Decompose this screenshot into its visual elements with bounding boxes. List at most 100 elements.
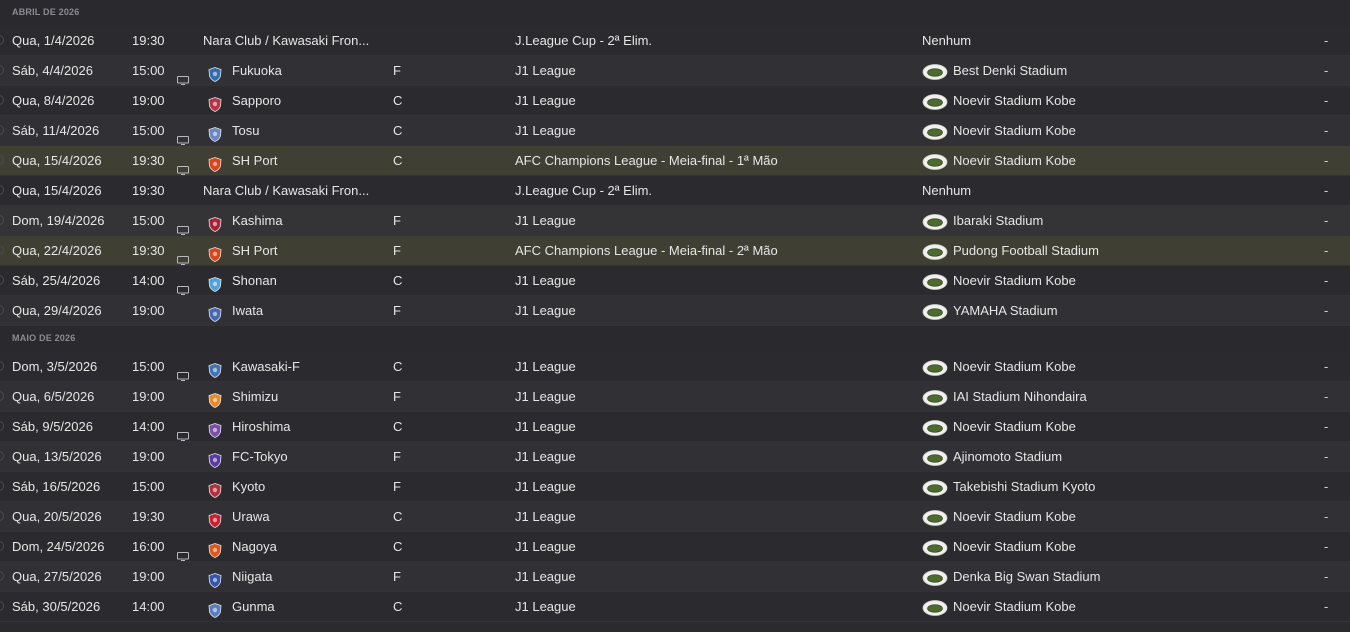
stadium-name[interactable]: Noevir Stadium Kobe: [953, 592, 1076, 621]
stadium-name[interactable]: Nenhum: [922, 176, 971, 205]
competition-link[interactable]: J.League Cup - 2ª Elim.: [515, 26, 652, 55]
check-circle-icon[interactable]: [0, 95, 4, 105]
stadium-name[interactable]: Ajinomoto Stadium: [953, 442, 1062, 471]
fixture-row[interactable]: Sáb, 30/5/2026 14:00 Gunma C J1 League Noevir…: [0, 592, 1350, 622]
opponent-link[interactable]: Shonan: [232, 266, 277, 295]
opponent-link[interactable]: Kashima: [232, 206, 283, 235]
fixture-row[interactable]: Qua, 22/4/2026 19:30 SH Port F AFC Champions…: [0, 236, 1350, 266]
stadium-name[interactable]: Noevir Stadium Kobe: [953, 532, 1076, 561]
check-circle-icon[interactable]: [0, 601, 4, 611]
fixture-row[interactable]: Dom, 3/5/2026 15:00 Kawasaki-F C J1 League No…: [0, 352, 1350, 382]
check-circle-icon[interactable]: [0, 451, 4, 461]
fixture-row[interactable]: Qua, 15/4/2026 19:30 SH Port C AFC Champions…: [0, 146, 1350, 176]
competition-link[interactable]: J1 League: [515, 352, 576, 381]
competition-link[interactable]: J1 League: [515, 56, 576, 85]
fixture-row[interactable]: Qua, 8/4/2026 19:00 Sapporo C J1 League Noevi…: [0, 86, 1350, 116]
stadium-name[interactable]: Noevir Stadium Kobe: [953, 146, 1076, 175]
competition-link[interactable]: J1 League: [515, 592, 576, 621]
check-circle-icon[interactable]: [0, 421, 4, 431]
competition-link[interactable]: J1 League: [515, 266, 576, 295]
competition-link[interactable]: J1 League: [515, 206, 576, 235]
check-circle-icon[interactable]: [0, 245, 4, 255]
competition-link[interactable]: J1 League: [515, 442, 576, 471]
opponent-link[interactable]: Shimizu: [232, 382, 278, 411]
stadium-name[interactable]: Ibaraki Stadium: [953, 206, 1043, 235]
opponent-link[interactable]: FC-Tokyo: [232, 442, 288, 471]
fixture-row[interactable]: Dom, 19/4/2026 15:00 Kashima F J1 League Ibar…: [0, 206, 1350, 236]
check-circle-icon[interactable]: [0, 481, 4, 491]
check-circle-icon[interactable]: [0, 275, 4, 285]
fixture-result: -: [1324, 213, 1329, 228]
competition-link[interactable]: J1 League: [515, 562, 576, 591]
competition-link[interactable]: AFC Champions League - Meia-final - 1ª M…: [515, 146, 778, 175]
stadium-name[interactable]: Noevir Stadium Kobe: [953, 86, 1076, 115]
stadium-name[interactable]: IAI Stadium Nihondaira: [953, 382, 1087, 411]
check-circle-icon[interactable]: [0, 361, 4, 371]
competition-link[interactable]: J1 League: [515, 502, 576, 531]
opponent-link[interactable]: Tosu: [232, 116, 259, 145]
stadium-name[interactable]: Nenhum: [922, 26, 971, 55]
stadium-name[interactable]: Denka Big Swan Stadium: [953, 562, 1100, 591]
opponent-link[interactable]: Sapporo: [232, 86, 281, 115]
stadium-name[interactable]: Takebishi Stadium Kyoto: [953, 472, 1095, 501]
fixture-row[interactable]: Qua, 27/5/2026 19:00 Niigata F J1 League Denk…: [0, 562, 1350, 592]
opponent-link[interactable]: SH Port: [232, 146, 278, 175]
stadium-name[interactable]: Noevir Stadium Kobe: [953, 502, 1076, 531]
fixture-row[interactable]: Sáb, 16/5/2026 15:00 Kyoto F J1 League Takebi…: [0, 472, 1350, 502]
check-circle-icon[interactable]: [0, 185, 4, 195]
check-circle-icon[interactable]: [0, 65, 4, 75]
stadium-name[interactable]: Best Denki Stadium: [953, 56, 1067, 85]
fixture-row[interactable]: Sáb, 9/5/2026 14:00 Hiroshima C J1 League Noe…: [0, 412, 1350, 442]
opponent-link[interactable]: Niigata: [232, 562, 272, 591]
check-circle-icon[interactable]: [0, 511, 4, 521]
fixture-result: -: [1324, 303, 1329, 318]
opponent-link[interactable]: Nara Club / Kawasaki Fron...: [203, 26, 369, 55]
competition-link[interactable]: J1 League: [515, 116, 576, 145]
stadium-name[interactable]: Noevir Stadium Kobe: [953, 116, 1076, 145]
check-circle-icon[interactable]: [0, 125, 4, 135]
opponent-link[interactable]: Iwata: [232, 296, 263, 325]
fixture-row[interactable]: Qua, 1/4/2026 19:30 Nara Club / Kawasaki F…: [0, 26, 1350, 56]
opponent-link[interactable]: Fukuoka: [232, 56, 282, 85]
stadium-name[interactable]: Noevir Stadium Kobe: [953, 412, 1076, 441]
competition-link[interactable]: J1 League: [515, 86, 576, 115]
competition-link[interactable]: J1 League: [515, 412, 576, 441]
fixture-row[interactable]: Qua, 29/4/2026 19:00 Iwata F J1 League YAMAHA…: [0, 296, 1350, 326]
check-circle-icon[interactable]: [0, 155, 4, 165]
opponent-link[interactable]: Nagoya: [232, 532, 277, 561]
stadium-name[interactable]: Noevir Stadium Kobe: [953, 352, 1076, 381]
fixture-result: -: [1324, 33, 1329, 48]
check-circle-icon[interactable]: [0, 541, 4, 551]
competition-link[interactable]: AFC Champions League - Meia-final - 2ª M…: [515, 236, 778, 265]
competition-link[interactable]: J.League Cup - 2ª Elim.: [515, 176, 652, 205]
check-circle-icon[interactable]: [0, 571, 4, 581]
fixture-row[interactable]: Qua, 13/5/2026 19:00 FC-Tokyo F J1 League Aji…: [0, 442, 1350, 472]
fixture-row[interactable]: Sáb, 11/4/2026 15:00 Tosu C J1 League Noevir …: [0, 116, 1350, 146]
opponent-link[interactable]: Gunma: [232, 592, 275, 621]
stadium-name[interactable]: Pudong Football Stadium: [953, 236, 1099, 265]
competition-link[interactable]: J1 League: [515, 382, 576, 411]
opponent-link[interactable]: Urawa: [232, 502, 270, 531]
check-circle-icon[interactable]: [0, 35, 4, 45]
opponent-link[interactable]: Hiroshima: [232, 412, 291, 441]
fixture-row[interactable]: Qua, 15/4/2026 19:30 Nara Club / Kawasaki …: [0, 176, 1350, 206]
fixture-row[interactable]: Qua, 6/5/2026 19:00 Shimizu F J1 League IAI S…: [0, 382, 1350, 412]
stadium-icon: [922, 478, 948, 496]
opponent-link[interactable]: Kawasaki-F: [232, 352, 300, 381]
opponent-link[interactable]: SH Port: [232, 236, 278, 265]
fixture-row[interactable]: Sáb, 4/4/2026 15:00 Fukuoka F J1 League Best …: [0, 56, 1350, 86]
fixture-row[interactable]: Sáb, 25/4/2026 14:00 Shonan C J1 League Noevi…: [0, 266, 1350, 296]
opponent-link[interactable]: Nara Club / Kawasaki Fron...: [203, 176, 369, 205]
stadium-name[interactable]: Noevir Stadium Kobe: [953, 266, 1076, 295]
check-circle-icon[interactable]: [0, 215, 4, 225]
fixture-row[interactable]: Dom, 24/5/2026 16:00 Nagoya C J1 League Noevi…: [0, 532, 1350, 562]
opponent-link[interactable]: Kyoto: [232, 472, 265, 501]
check-circle-icon[interactable]: [0, 391, 4, 401]
check-circle-icon[interactable]: [0, 305, 4, 315]
fixture-row[interactable]: Qua, 20/5/2026 19:30 Urawa C J1 League Noevir…: [0, 502, 1350, 532]
stadium-name[interactable]: YAMAHA Stadium: [953, 296, 1058, 325]
competition-link[interactable]: J1 League: [515, 532, 576, 561]
competition-link[interactable]: J1 League: [515, 472, 576, 501]
fixture-time: 14:00: [132, 419, 165, 434]
competition-link[interactable]: J1 League: [515, 296, 576, 325]
